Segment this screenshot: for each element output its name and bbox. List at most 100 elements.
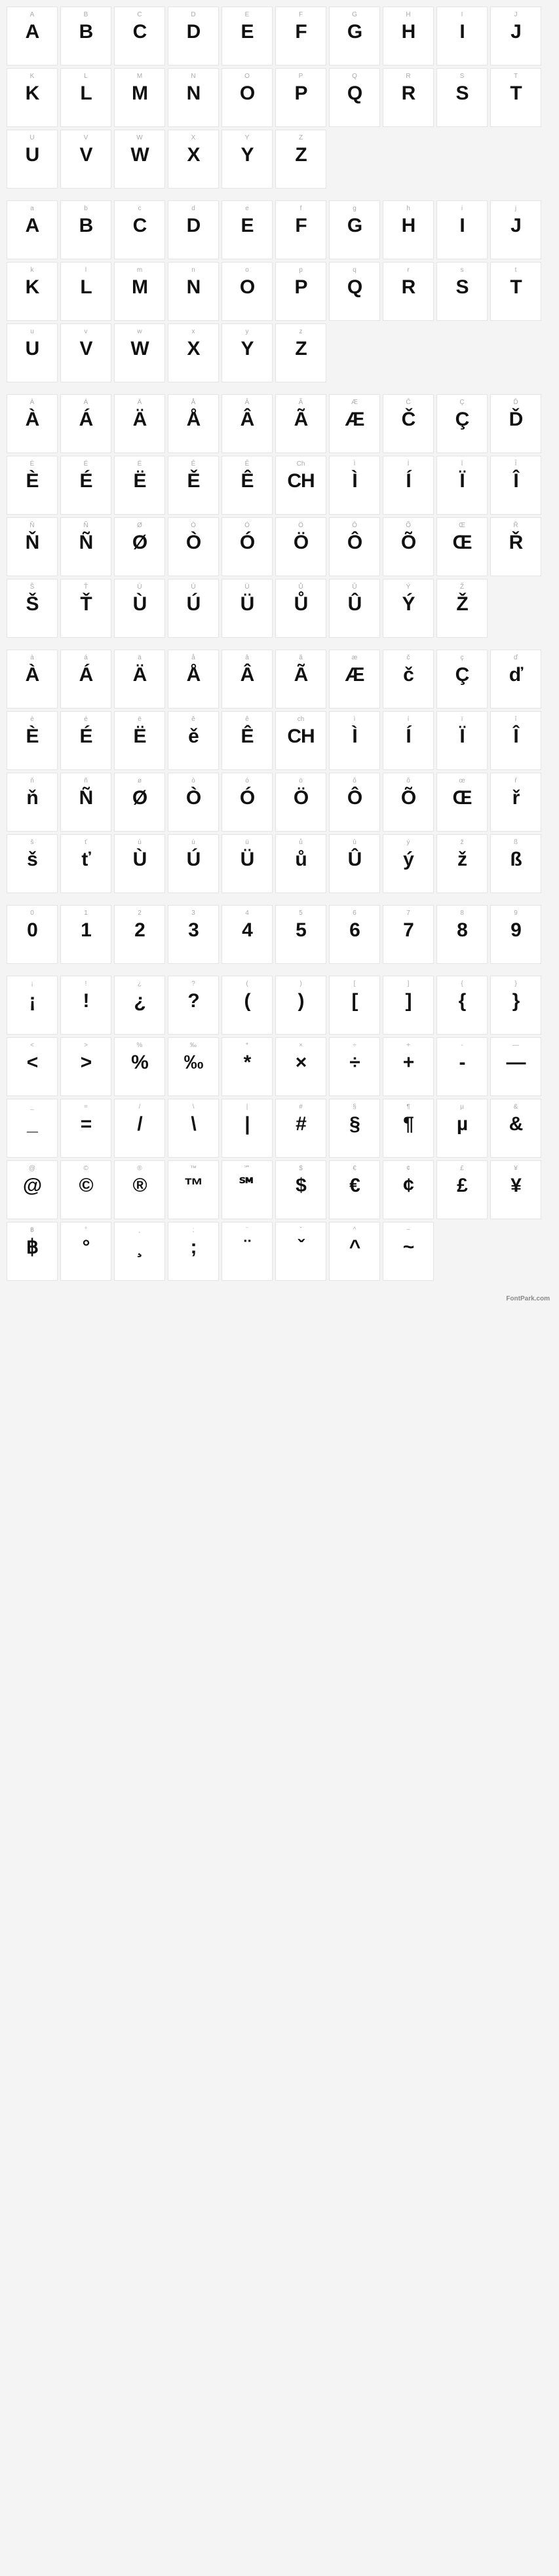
glyph-label: V — [84, 134, 88, 141]
glyph-label: Ý — [406, 583, 411, 591]
glyph-label: Û — [352, 583, 357, 591]
glyph-label: Y — [245, 134, 250, 141]
glyph-char: Á — [79, 665, 93, 685]
glyph-cell: ** — [222, 1037, 273, 1096]
glyph-cell: BB — [60, 7, 111, 65]
glyph-label: B — [84, 11, 88, 18]
glyph-char: ( — [244, 991, 250, 1011]
glyph-cell: ŘŘ — [490, 517, 541, 576]
glyph-label: å — [191, 654, 195, 661]
glyph-cell: zZ — [275, 323, 326, 382]
glyph-char: Ô — [347, 788, 362, 808]
glyph-char: ® — [132, 1176, 146, 1196]
glyph-char: È — [26, 727, 38, 746]
glyph-char: E — [241, 22, 253, 42]
glyph-label: # — [299, 1103, 303, 1111]
glyph-label: Ú — [191, 583, 195, 591]
glyph-char: Â — [241, 410, 254, 430]
glyph-cell: ÌÌ — [329, 456, 380, 515]
glyph-cell: øØ — [114, 773, 165, 832]
glyph-cell: jJ — [490, 200, 541, 259]
glyph-label: X — [191, 134, 196, 141]
glyph-label: - — [461, 1042, 463, 1049]
glyph-cell: && — [490, 1099, 541, 1158]
glyph-char: Ã — [294, 410, 308, 430]
glyph-cell: ŇŇ — [7, 517, 58, 576]
glyph-char: ™ — [184, 1176, 203, 1196]
glyph-label: ™ — [190, 1165, 197, 1172]
glyph-cell: äÄ — [114, 650, 165, 708]
glyph-label: ň — [30, 777, 34, 784]
glyph-cell: ÎÎ — [490, 456, 541, 515]
glyph-label: ž — [461, 839, 464, 846]
glyph-label: r — [407, 267, 409, 274]
glyph-cell: ÃÃ — [275, 394, 326, 453]
glyph-label: Q — [352, 73, 357, 80]
glyph-label: J — [514, 11, 518, 18]
glyph-cell: UU — [7, 130, 58, 189]
glyph-cell: šš — [7, 834, 58, 893]
glyph-cell: ZZ — [275, 130, 326, 189]
glyph-char: M — [132, 278, 147, 297]
glyph-label: n — [191, 267, 195, 274]
glyph-label: ď — [514, 654, 518, 661]
glyph-cell: 22 — [114, 905, 165, 964]
glyph-char: 4 — [242, 921, 252, 940]
glyph-char: * — [244, 1053, 251, 1073]
glyph-cell: << — [7, 1037, 58, 1096]
glyph-char: # — [296, 1114, 306, 1134]
glyph-cell: ïÏ — [436, 711, 488, 770]
glyph-cell: 66 — [329, 905, 380, 964]
glyph-char: Ò — [186, 788, 201, 808]
glyph-char: © — [79, 1176, 92, 1196]
glyph-label: ¸ — [138, 1226, 140, 1234]
glyph-char: Ů — [294, 595, 308, 614]
glyph-char: 8 — [457, 921, 467, 940]
glyph-label: + — [406, 1042, 410, 1049]
glyph-char: U — [26, 145, 39, 165]
glyph-cell: ŤŤ — [60, 579, 111, 638]
glyph-char: Ď — [509, 410, 523, 430]
glyph-cell: ++ — [383, 1037, 434, 1096]
glyph-cell: // — [114, 1099, 165, 1158]
glyph-label: | — [246, 1103, 248, 1111]
glyph-cell: ťť — [60, 834, 111, 893]
glyph-char: Ü — [241, 850, 254, 870]
glyph-cell: êÊ — [222, 711, 273, 770]
glyph-cell: (( — [222, 976, 273, 1035]
glyph-label: ü — [245, 839, 249, 846]
glyph-cell: gG — [329, 200, 380, 259]
glyph-char: B — [79, 216, 93, 236]
glyph-cell: éÉ — [60, 711, 111, 770]
glyph-char: C — [133, 22, 147, 42]
glyph-cell: eE — [222, 200, 273, 259]
glyph-label: È — [30, 460, 35, 468]
glyph-char: ¶ — [403, 1114, 414, 1134]
glyph-label: a — [30, 205, 34, 212]
glyph-char: ň — [26, 788, 37, 808]
glyph-label: C — [137, 11, 142, 18]
glyph-cell: ~~ — [383, 1222, 434, 1281]
glyph-cell: YY — [222, 130, 273, 189]
glyph-char: Ë — [133, 471, 145, 491]
glyph-cell: DD — [168, 7, 219, 65]
glyph-label: % — [137, 1042, 143, 1049]
glyph-char: µ — [457, 1114, 467, 1134]
glyph-cell: LL — [60, 68, 111, 127]
glyph-label: Ô — [352, 522, 357, 529]
glyph-char: ß — [510, 850, 521, 870]
glyph-cell: \\ — [168, 1099, 219, 1158]
glyph-cell: ÀÀ — [7, 394, 58, 453]
glyph-label: Ç — [459, 399, 464, 406]
glyph-cell: öÖ — [275, 773, 326, 832]
glyph-label: z — [299, 328, 303, 335]
glyph-label: S — [460, 73, 465, 80]
glyph-label: / — [139, 1103, 141, 1111]
glyph-cell: ¸¸ — [114, 1222, 165, 1281]
glyph-char: Í — [406, 727, 410, 746]
glyph-label: ˇ — [299, 1226, 301, 1234]
glyph-cell: ÆÆ — [329, 394, 380, 453]
glyph-cell: [[ — [329, 976, 380, 1035]
glyph-cell: xX — [168, 323, 219, 382]
glyph-label: ch — [298, 716, 305, 723]
